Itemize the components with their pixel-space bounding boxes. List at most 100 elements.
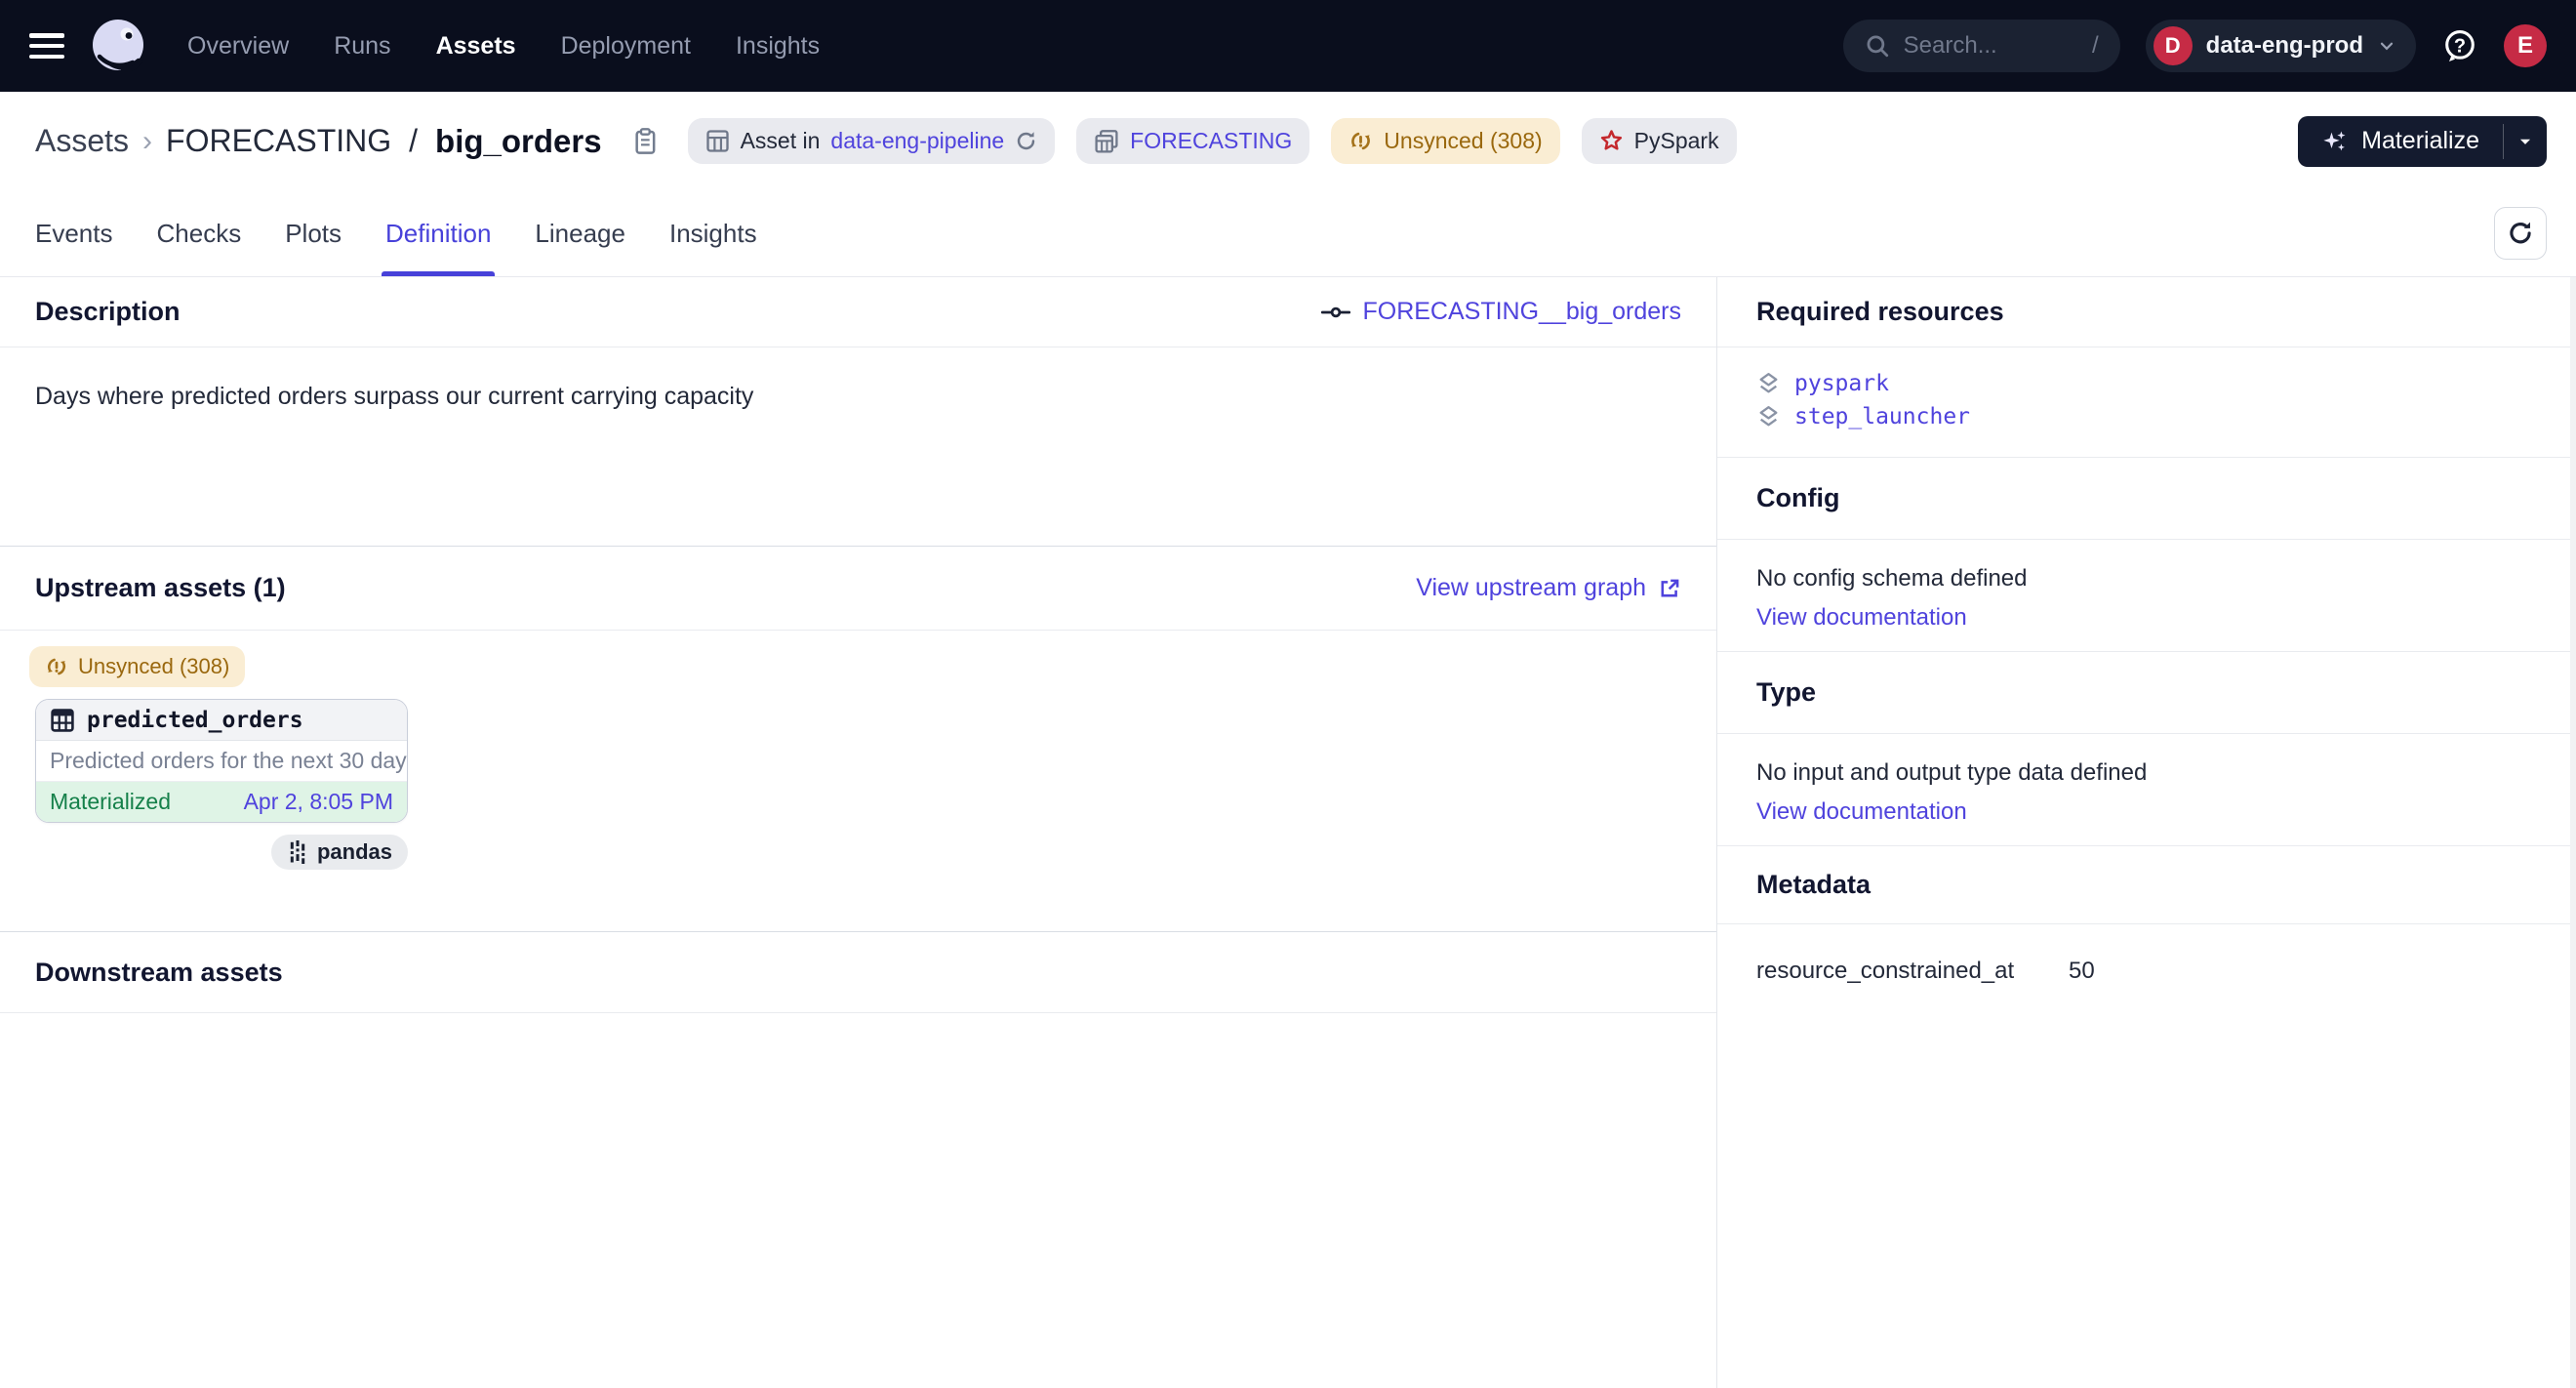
upstream-body: Unsynced (308) predicted_orders Predicte…: [0, 631, 1716, 931]
stacked-tables-icon: [1094, 129, 1119, 154]
description-text: Days where predicted orders surpass our …: [35, 383, 753, 410]
view-upstream-graph-label: View upstream graph: [1416, 574, 1646, 602]
nav-item-deployment[interactable]: Deployment: [561, 32, 691, 61]
config-title: Config: [1756, 483, 1839, 513]
definition-right-column: Required resources pyspark step_launcher…: [1717, 277, 2576, 1388]
chevron-down-icon: [2377, 36, 2396, 56]
resources-title: Required resources: [1756, 297, 2004, 327]
resource-item: pyspark: [1756, 371, 2541, 396]
metadata-value: 50: [2069, 958, 2095, 985]
search-icon: [1865, 33, 1890, 59]
type-empty-text: No input and output type data defined: [1756, 759, 2541, 787]
view-upstream-graph-link[interactable]: View upstream graph: [1416, 574, 1681, 602]
definition-left-column: Description FORECASTING__big_orders Days…: [0, 277, 1717, 1388]
upstream-section-header: Upstream assets (1) View upstream graph: [0, 547, 1716, 631]
tab-events[interactable]: Events: [35, 190, 113, 276]
materialization-timestamp-link[interactable]: Apr 2, 8:05 PM: [244, 789, 393, 815]
table-icon: [705, 129, 730, 153]
config-section-header: Config: [1717, 458, 2576, 540]
asset-tabs: Events Checks Plots Definition Lineage I…: [35, 190, 757, 276]
type-title: Type: [1756, 677, 1816, 708]
refresh-button[interactable]: [2494, 207, 2547, 260]
nav-item-assets[interactable]: Assets: [436, 32, 516, 61]
resources-list: pyspark step_launcher: [1717, 347, 2576, 458]
asset-header-row: Assets › FORECASTING / big_orders Asset …: [0, 92, 2576, 190]
resources-section-header: Required resources: [1717, 277, 2576, 347]
metadata-key: resource_constrained_at: [1756, 958, 2069, 985]
tab-definition[interactable]: Definition: [385, 190, 491, 276]
tab-plots[interactable]: Plots: [285, 190, 342, 276]
user-avatar[interactable]: E: [2504, 24, 2547, 67]
resource-layers-icon: [1756, 372, 1781, 396]
upstream-title: Upstream assets (1): [35, 573, 286, 603]
help-icon[interactable]: ?: [2441, 27, 2478, 64]
sparkles-icon: [2321, 128, 2349, 155]
description-section-header: Description FORECASTING__big_orders: [0, 277, 1716, 347]
materialize-dropdown-button[interactable]: [2504, 116, 2547, 167]
nav-item-overview[interactable]: Overview: [187, 32, 289, 61]
breadcrumb-assets-link[interactable]: Assets: [35, 123, 129, 159]
deployment-switcher[interactable]: D data-eng-prod: [2146, 20, 2416, 72]
tag-unsynced[interactable]: Unsynced (308): [1331, 118, 1559, 164]
downstream-title: Downstream assets: [35, 958, 283, 988]
tag-kind-label: PySpark: [1634, 128, 1719, 154]
metadata-title: Metadata: [1756, 870, 1871, 900]
tag-prefix: Asset in: [741, 128, 821, 154]
search-shortcut-hint: /: [2092, 32, 2099, 60]
kind-tag-label: pandas: [317, 839, 392, 865]
search-input[interactable]: Search... /: [1843, 20, 2120, 72]
resource-layers-icon: [1756, 405, 1781, 429]
type-section-header: Type: [1717, 652, 2576, 734]
pyspark-star-icon: [1599, 129, 1624, 153]
asset-tabs-row: Events Checks Plots Definition Lineage I…: [0, 190, 2576, 277]
metadata-section-header: Metadata: [1717, 846, 2576, 924]
resource-link-pyspark[interactable]: pyspark: [1794, 371, 1889, 396]
asset-card-header: predicted_orders: [36, 700, 407, 741]
scrollbar[interactable]: [2570, 277, 2576, 1388]
breadcrumb: Assets › FORECASTING / big_orders: [35, 123, 659, 160]
tag-group-forecasting[interactable]: FORECASTING: [1076, 118, 1309, 164]
caret-down-icon: [2516, 133, 2534, 150]
status-badge: Materialized: [50, 789, 171, 815]
tab-insights[interactable]: Insights: [669, 190, 757, 276]
job-op-icon: [1321, 302, 1350, 323]
tag-unsynced-label: Unsynced (308): [1384, 128, 1542, 154]
downstream-section-header: Downstream assets: [0, 931, 1716, 1013]
config-empty-state: No config schema defined View documentat…: [1717, 540, 2576, 652]
tag-kind-pyspark[interactable]: PySpark: [1582, 118, 1737, 164]
job-link-label: FORECASTING__big_orders: [1362, 298, 1681, 326]
description-title: Description: [35, 297, 181, 327]
resource-link-step-launcher[interactable]: step_launcher: [1794, 404, 1970, 429]
top-navbar: Overview Runs Assets Deployment Insights…: [0, 0, 2576, 92]
refresh-small-icon: [1015, 130, 1037, 152]
asset-card-description: Predicted orders for the next 30 day...: [36, 741, 407, 782]
job-link[interactable]: FORECASTING__big_orders: [1321, 298, 1681, 326]
asset-tags: Asset in data-eng-pipeline FORECASTING U…: [688, 118, 1737, 164]
copy-asset-name-icon[interactable]: [631, 127, 659, 156]
config-view-documentation-link[interactable]: View documentation: [1756, 604, 2541, 632]
sync-alert-icon: [1348, 129, 1373, 153]
metadata-row: resource_constrained_at 50: [1717, 924, 2576, 985]
breadcrumb-separator: ›: [142, 125, 152, 158]
tag-asset-in-pipeline[interactable]: Asset in data-eng-pipeline: [688, 118, 1056, 164]
pandas-icon: [287, 840, 308, 864]
page-title-asset-name: big_orders: [435, 123, 602, 160]
dagster-logo-icon[interactable]: [90, 18, 146, 74]
asset-card-status-row: Materialized Apr 2, 8:05 PM: [36, 782, 407, 822]
materialize-label: Materialize: [2361, 127, 2479, 155]
nav-item-insights[interactable]: Insights: [736, 32, 820, 61]
tab-lineage[interactable]: Lineage: [535, 190, 625, 276]
main-nav: Overview Runs Assets Deployment Insights: [187, 32, 820, 61]
hamburger-menu-icon[interactable]: [29, 33, 64, 59]
type-view-documentation-link[interactable]: View documentation: [1756, 798, 2541, 826]
kind-tag-pandas[interactable]: pandas: [271, 835, 408, 870]
sync-alert-icon: [45, 655, 68, 678]
upstream-unsynced-badge[interactable]: Unsynced (308): [29, 646, 245, 687]
description-body: Days where predicted orders surpass our …: [0, 347, 1716, 547]
upstream-asset-card[interactable]: predicted_orders Predicted orders for th…: [35, 699, 408, 823]
tab-checks[interactable]: Checks: [157, 190, 242, 276]
tag-group-label: FORECASTING: [1130, 128, 1292, 154]
pipeline-link[interactable]: data-eng-pipeline: [830, 128, 1004, 154]
nav-item-runs[interactable]: Runs: [334, 32, 390, 61]
materialize-button[interactable]: Materialize: [2298, 116, 2503, 167]
